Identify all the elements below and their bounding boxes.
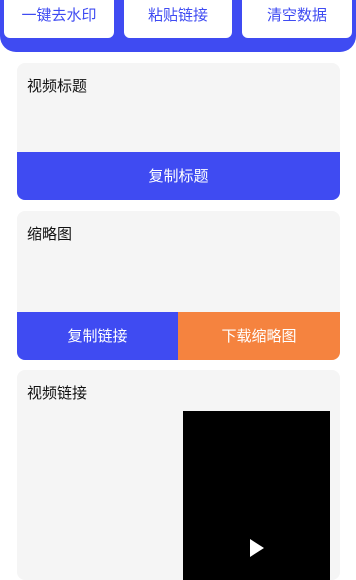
video-link-label: 视频链接 [27,384,88,402]
clear-data-button[interactable]: 清空数据 [242,0,352,38]
paste-link-button[interactable]: 粘贴链接 [124,0,232,38]
top-toolbar: 一键去水印 粘贴链接 清空数据 [0,0,356,52]
play-icon[interactable] [250,539,264,557]
download-thumbnail-button[interactable]: 下载缩略图 [178,312,340,360]
thumbnail-card: 缩略图 复制链接 下载缩略图 [17,211,340,360]
video-title-label: 视频标题 [27,77,88,95]
thumbnail-label: 缩略图 [27,225,73,243]
copy-title-button[interactable]: 复制标题 [17,152,340,200]
copy-link-button[interactable]: 复制链接 [17,312,178,360]
video-title-card: 视频标题 复制标题 [17,63,340,200]
video-player[interactable] [183,411,330,580]
remove-watermark-button[interactable]: 一键去水印 [4,0,114,38]
video-link-card: 视频链接 [17,370,340,580]
